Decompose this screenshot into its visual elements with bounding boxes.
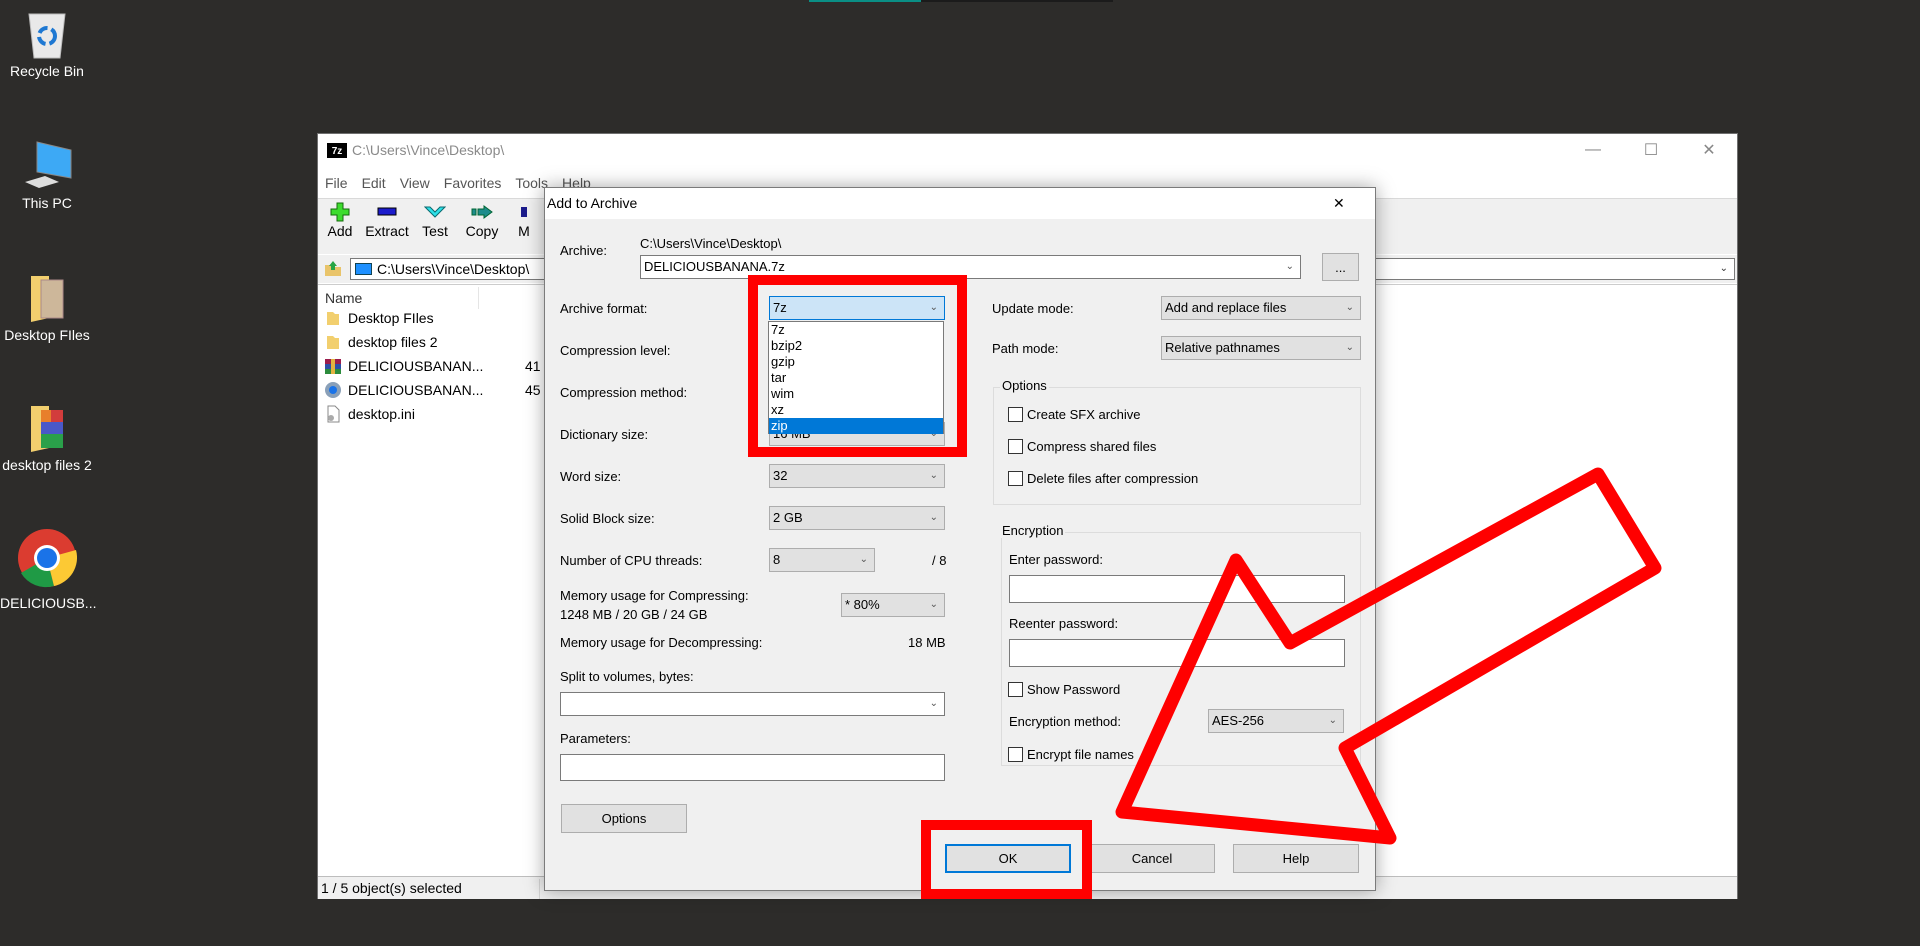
arrow-outline — [1115, 467, 1662, 845]
annotation-arrow — [1115, 467, 1662, 845]
